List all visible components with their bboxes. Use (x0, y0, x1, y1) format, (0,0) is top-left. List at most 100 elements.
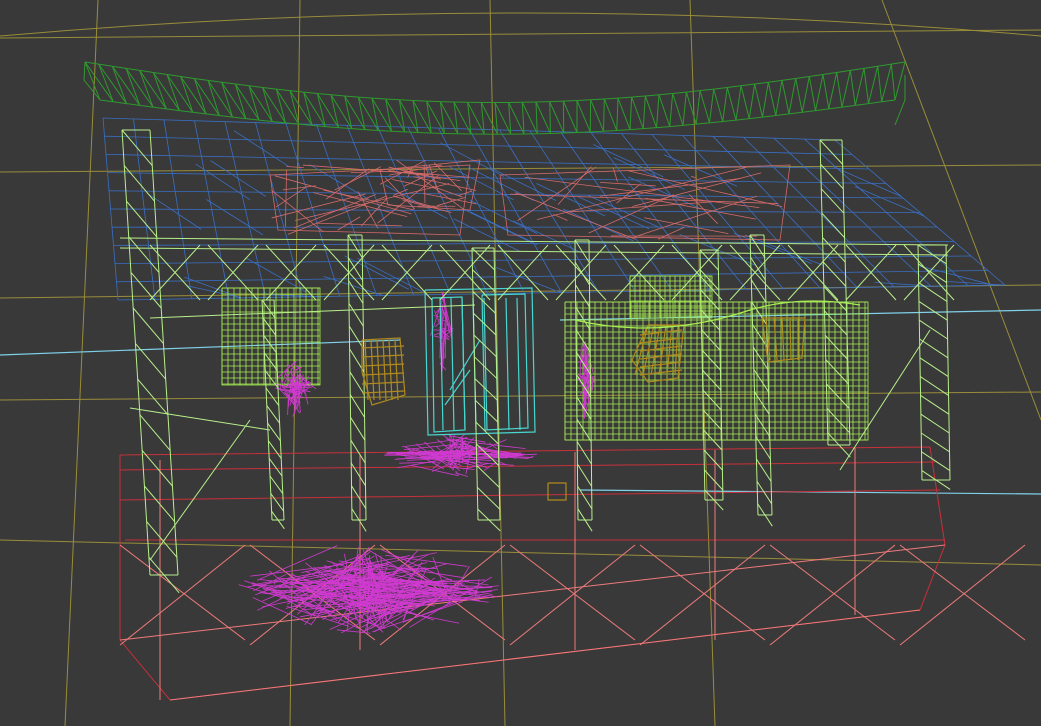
ridge-edge (235, 83, 250, 87)
ridge-rib (788, 78, 797, 115)
ridge-tri (508, 102, 525, 135)
corner-post-tri (126, 200, 158, 238)
corner-post-tri (921, 451, 951, 472)
ridge-edge (166, 74, 181, 78)
ridge-rib (815, 74, 824, 111)
ridge-edge (868, 101, 882, 105)
corner-post-tri (826, 383, 850, 409)
post-tri (749, 234, 766, 258)
ridge-tri (316, 93, 339, 128)
ridge-rib (330, 94, 339, 128)
ridge-rib (84, 61, 101, 101)
ridge-tri (98, 63, 127, 104)
ridge-tri (603, 98, 618, 131)
grid-line (0, 12, 1041, 37)
post-tri (263, 352, 278, 371)
ridge-rib (289, 90, 300, 125)
post-tri (347, 234, 363, 259)
ridge-edge (317, 92, 332, 96)
ridge-tri (330, 94, 353, 129)
ridge-rib (166, 74, 180, 111)
ridge-edge (125, 67, 140, 71)
ridge-tri (289, 90, 313, 126)
ridge-rib (180, 76, 194, 113)
ridge-rib (735, 85, 742, 121)
door-slat (516, 297, 521, 431)
grid-line (881, 0, 1041, 421)
base-outline (119, 446, 946, 701)
ridge-tri (781, 80, 790, 115)
ridge-edge (205, 113, 220, 117)
base-diagonal (119, 544, 246, 646)
post-tri (348, 280, 364, 304)
ridge-tri (685, 91, 697, 125)
ridge-tri (754, 83, 763, 118)
roof-tri (323, 275, 384, 296)
ridge-edge (84, 61, 99, 65)
corner-post-tri (121, 129, 153, 166)
ridge-edge (788, 111, 803, 115)
post-tri (267, 440, 282, 459)
ridge-edge (194, 77, 209, 81)
post-tri (265, 387, 280, 406)
corner-post (841, 139, 851, 446)
ridge-tri (248, 85, 273, 122)
front-mat (256, 545, 338, 581)
ridge-edge (762, 115, 776, 118)
door-cloth (434, 322, 440, 328)
corner-post-tri (918, 282, 948, 302)
basket-weave (364, 339, 369, 401)
ridge-edge (179, 110, 193, 113)
ridge-tri (849, 70, 856, 106)
ridge-tri (180, 76, 207, 115)
ridge-edge (276, 88, 291, 92)
ridge-edge (153, 71, 168, 76)
ridge-rib (841, 70, 851, 108)
wireframe-scene[interactable] (0, 0, 1041, 726)
ridge-edge (207, 79, 222, 83)
ridge-edge (272, 121, 286, 124)
roof-tri (233, 130, 290, 167)
ridge-edge (311, 124, 326, 128)
grid-line (489, 0, 506, 726)
ridge-edge (617, 96, 632, 99)
ridge-edge (631, 95, 646, 98)
ridge-edge (809, 74, 824, 78)
ridge-rib (221, 82, 233, 118)
roof-mesh (102, 117, 1006, 301)
post-tri (755, 458, 772, 482)
hanging-cloth (276, 361, 296, 379)
ridge-tri (139, 70, 167, 110)
ridge-edge (412, 100, 427, 102)
ridge-tri (303, 91, 326, 127)
ridge-edge (749, 116, 763, 120)
ridge-edge (836, 69, 851, 73)
ridge-edge (645, 94, 660, 97)
wireframe-viewport[interactable] (0, 0, 1041, 726)
door-brace (444, 369, 471, 406)
ridge-tri (863, 68, 869, 104)
corner-post (149, 129, 179, 576)
ridge-edge (891, 61, 906, 65)
roof-tri (357, 257, 423, 293)
grid-line (0, 391, 1041, 401)
ridge-edge (563, 100, 578, 102)
basket-weave (376, 339, 381, 401)
corner-post-tri (920, 394, 950, 415)
patch-edge (286, 166, 304, 169)
ridge-rib (695, 90, 701, 125)
ridge-edge (232, 116, 246, 120)
ridge-edge (604, 97, 619, 100)
right-panel-outline (564, 301, 869, 441)
corner-post (121, 129, 151, 576)
ridge-rib (248, 85, 260, 121)
basket-weave (361, 372, 405, 376)
ridge-tri (877, 66, 883, 102)
base-diagonal (639, 544, 766, 641)
roof-tri (946, 281, 1005, 286)
post-tri (262, 317, 277, 336)
ridge-edge (399, 99, 414, 102)
ridge-edge (590, 130, 604, 133)
ridge-tri (207, 80, 233, 118)
patch-edge (293, 194, 376, 229)
